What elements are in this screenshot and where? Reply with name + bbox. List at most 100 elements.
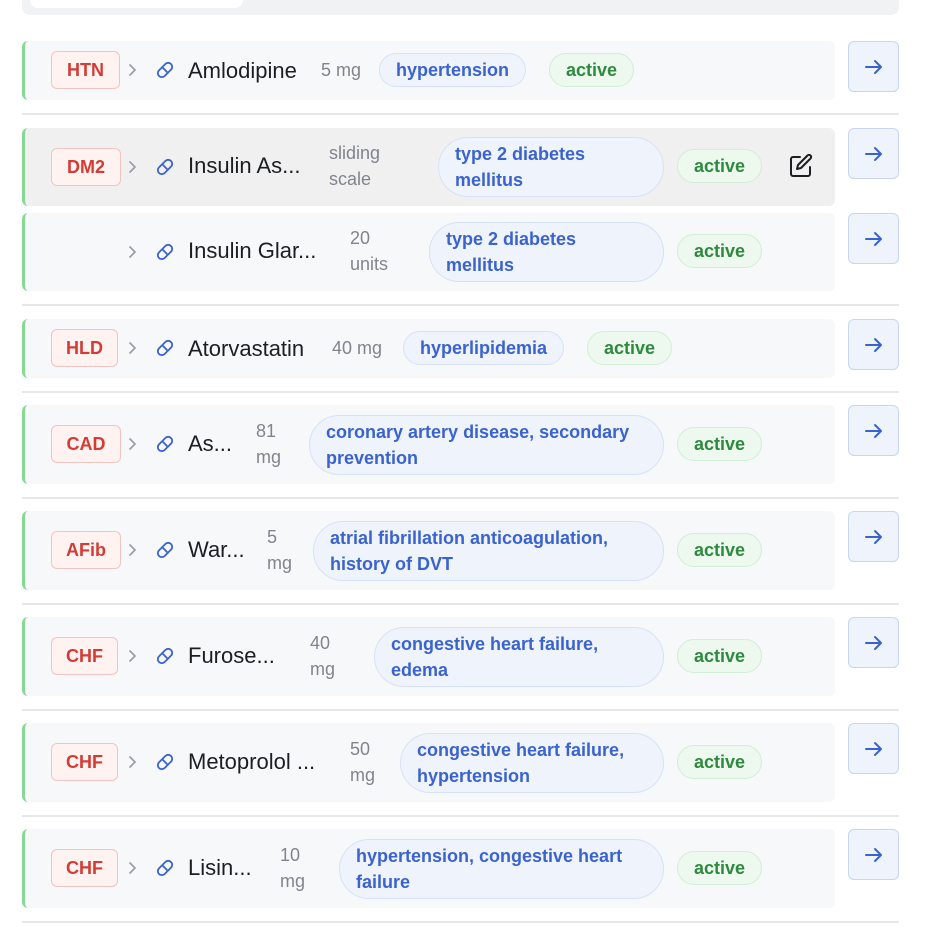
- status-badge: active: [677, 851, 763, 885]
- medication-row[interactable]: CAD As... 81 mg coronary artery disease,…: [22, 405, 835, 484]
- indication-tag: hypertension: [379, 53, 527, 87]
- condition-badge: HLD: [51, 329, 118, 367]
- open-medication-button[interactable]: [848, 213, 899, 264]
- pill-icon: [156, 753, 174, 771]
- status-badge: active: [677, 745, 763, 779]
- medication-row[interactable]: HTN Amlodipine 5 mg hypertension active: [22, 41, 835, 100]
- dose: 5 mg: [267, 527, 293, 573]
- open-medication-button[interactable]: [848, 617, 899, 668]
- condition-badge: AFib: [51, 531, 121, 569]
- group-divider: [22, 391, 899, 393]
- medication-row[interactable]: CHF Furose... 40 mg congestive heart fai…: [22, 617, 835, 696]
- chevron-right-icon[interactable]: [127, 858, 139, 878]
- status-badge: active: [549, 53, 635, 87]
- medication-row[interactable]: AFib War... 5 mg atrial fibrillation ant…: [22, 511, 835, 590]
- indication-tag: hyperlipidemia: [403, 331, 565, 365]
- chevron-right-icon[interactable]: [127, 242, 139, 262]
- open-medication-button[interactable]: [848, 723, 899, 774]
- open-medication-button[interactable]: [848, 128, 899, 179]
- chevron-right-icon[interactable]: [127, 646, 139, 666]
- status-badge: active: [677, 533, 763, 567]
- pill-icon: [156, 243, 174, 261]
- dose: 81 mg: [256, 421, 282, 467]
- arrow-right-icon: [865, 232, 882, 246]
- pill-icon: [156, 61, 174, 79]
- medication-row[interactable]: DM2 Insulin As... sliding scale type 2 d…: [22, 128, 835, 206]
- toolbar-segment: [30, 0, 243, 8]
- pill-icon: [156, 541, 174, 559]
- medication-row[interactable]: HLD Atorvastatin 40 mg hyperlipidemia ac…: [22, 319, 835, 378]
- dose: 5 mg: [321, 60, 362, 80]
- condition-badge: CHF: [51, 637, 118, 675]
- indication-tag: type 2 diabetes mellitus: [438, 137, 664, 197]
- medication-row[interactable]: Insulin Glar... 20 units type 2 diabetes…: [22, 213, 835, 291]
- chevron-right-icon[interactable]: [127, 60, 139, 80]
- condition-badge: HTN: [51, 51, 120, 89]
- open-medication-button[interactable]: [848, 829, 899, 880]
- indication-tag: congestive heart failure, edema: [374, 627, 664, 687]
- indication-tag: coronary artery disease, secondary preve…: [309, 415, 664, 475]
- chevron-right-icon[interactable]: [127, 157, 139, 177]
- medication-name[interactable]: Atorvastatin: [188, 336, 328, 362]
- group-divider: [22, 921, 899, 923]
- open-medication-button[interactable]: [848, 405, 899, 456]
- arrow-right-icon: [865, 636, 882, 650]
- pill-icon: [156, 647, 174, 665]
- status-badge: active: [677, 149, 763, 183]
- arrow-right-icon: [865, 848, 882, 862]
- group-divider: [22, 304, 899, 306]
- group-divider: [22, 113, 899, 115]
- medication-row[interactable]: CHF Lisin... 10 mg hypertension, congest…: [22, 829, 835, 908]
- status-badge: active: [587, 331, 673, 365]
- arrow-right-icon: [865, 424, 882, 438]
- status-badge: active: [677, 427, 763, 461]
- dose: 20 units: [350, 228, 389, 274]
- open-medication-button[interactable]: [848, 511, 899, 562]
- medication-row[interactable]: CHF Metoprolol ... 50 mg congestive hear…: [22, 723, 835, 802]
- arrow-right-icon: [865, 338, 882, 352]
- status-badge: active: [677, 639, 763, 673]
- pill-icon: [156, 158, 174, 176]
- indication-tag: hypertension, congestive heart failure: [339, 839, 664, 899]
- pill-icon: [156, 435, 174, 453]
- arrow-right-icon: [865, 60, 882, 74]
- indication-tag: atrial fibrillation anticoagulation, his…: [313, 521, 664, 581]
- status-badge: active: [677, 234, 763, 268]
- condition-badge: CAD: [51, 425, 121, 463]
- medication-name[interactable]: Insulin Glar...: [188, 238, 330, 264]
- open-medication-button[interactable]: [848, 41, 899, 92]
- medication-name[interactable]: Lisin...: [188, 855, 258, 881]
- arrow-right-icon: [865, 530, 882, 544]
- chevron-right-icon[interactable]: [127, 434, 139, 454]
- chevron-right-icon[interactable]: [127, 540, 139, 560]
- group-divider: [22, 815, 899, 817]
- dose: sliding scale: [329, 143, 381, 189]
- medication-name[interactable]: Furose...: [188, 643, 284, 669]
- group-divider: [22, 603, 899, 605]
- group-divider: [22, 497, 899, 499]
- edit-icon[interactable]: [788, 153, 814, 179]
- pill-icon: [156, 339, 174, 357]
- dose: 40 mg: [332, 338, 383, 358]
- indication-tag: congestive heart failure, hypertension: [400, 733, 664, 793]
- medication-name[interactable]: War...: [188, 537, 252, 563]
- indication-tag: type 2 diabetes mellitus: [429, 222, 664, 282]
- condition-badge: DM2: [51, 148, 121, 186]
- dose: 50 mg: [350, 739, 376, 785]
- dose: 40 mg: [310, 633, 336, 679]
- medication-name[interactable]: Amlodipine: [188, 58, 318, 84]
- chevron-right-icon[interactable]: [127, 338, 139, 358]
- arrow-right-icon: [865, 742, 882, 756]
- chevron-right-icon[interactable]: [127, 752, 139, 772]
- dose: 10 mg: [280, 845, 306, 891]
- medication-name[interactable]: Insulin As...: [188, 153, 312, 179]
- medication-name[interactable]: As...: [188, 431, 238, 457]
- condition-badge: CHF: [51, 849, 118, 887]
- medication-name[interactable]: Metoprolol ...: [188, 749, 330, 775]
- condition-badge: CHF: [51, 743, 118, 781]
- pill-icon: [156, 859, 174, 877]
- open-medication-button[interactable]: [848, 319, 899, 370]
- arrow-right-icon: [865, 147, 882, 161]
- group-divider: [22, 709, 899, 711]
- top-toolbar: [22, 0, 899, 15]
